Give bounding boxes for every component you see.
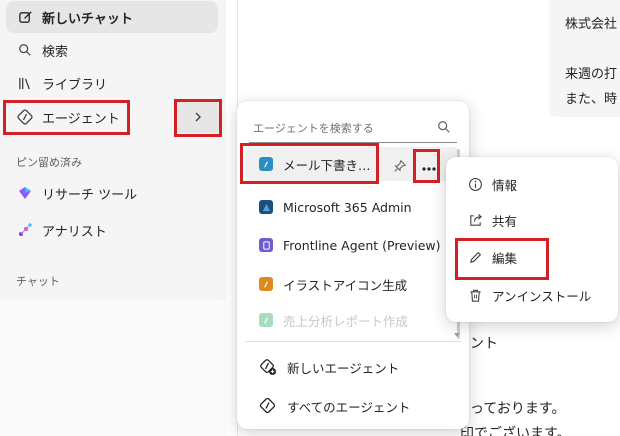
agent-item-m365-admin[interactable]: Microsoft 365 Admin	[245, 190, 457, 224]
sidebar-item-library-label: ライブラリ	[42, 77, 108, 93]
menu-item-label: 情報	[492, 177, 518, 193]
menu-item-share[interactable]: 共有	[456, 204, 608, 236]
m365-admin-icon	[259, 200, 273, 214]
new-chat-label: 新しいチャット	[42, 11, 133, 27]
body-text-line: っております。	[470, 401, 566, 417]
pin-icon[interactable]	[393, 158, 407, 177]
highlight-agents	[3, 100, 130, 135]
sidebar-item-search-label: 検索	[42, 44, 69, 60]
chat-section-label: チャット	[16, 275, 60, 288]
info-icon	[466, 175, 484, 193]
sidebar-item-research-tool[interactable]: リサーチ ツール	[6, 177, 218, 209]
compose-icon	[16, 8, 34, 26]
analyst-label: アナリスト	[42, 224, 107, 240]
highlight-expand	[174, 99, 222, 137]
new-agent-label: 新しいエージェント	[287, 360, 400, 376]
agent-menu-divider	[245, 341, 461, 342]
bubble-line: また、時	[565, 92, 618, 107]
share-icon	[466, 211, 484, 229]
agent-code-icon	[259, 397, 277, 415]
agent-search-placeholder: エージェントを検索する	[253, 121, 374, 135]
agent-item-sales-report[interactable]: 売上分析レポート作成	[245, 306, 457, 334]
menu-item-uninstall[interactable]: アンインストール	[456, 279, 608, 311]
bubble-line	[565, 37, 620, 62]
scroll-down-icon[interactable]	[453, 323, 461, 342]
analyst-icon	[16, 221, 34, 239]
menu-item-label: 共有	[492, 213, 518, 229]
new-agent-button[interactable]: 新しいエージェント	[245, 350, 457, 384]
research-tool-label: リサーチ ツール	[42, 187, 138, 203]
menu-item-label: アンインストール	[492, 288, 592, 304]
message-bubble: 株式会社 来週の打 また、時	[549, 0, 620, 117]
all-agents-label: すべてのエージェント	[287, 399, 411, 415]
pinned-section-label: ピン留め済み	[16, 156, 82, 169]
frontline-icon	[259, 238, 273, 252]
sidebar-item-search[interactable]: 検索	[6, 34, 218, 66]
new-agent-icon	[259, 358, 277, 376]
body-text-line: 印でございます。	[460, 426, 571, 436]
search-icon[interactable]	[437, 120, 451, 137]
menu-item-info[interactable]: 情報	[456, 168, 608, 200]
agent-item-illustration[interactable]: イラストアイコン生成	[245, 267, 457, 301]
trash-icon	[466, 286, 484, 304]
highlight-edit	[455, 238, 549, 280]
library-icon	[16, 74, 34, 92]
agent-search-input[interactable]: エージェントを検索する	[249, 113, 457, 143]
bubble-line: 来週の打	[565, 67, 618, 82]
body-text-line: ント	[470, 336, 498, 352]
research-tool-icon	[16, 184, 34, 202]
sidebar-item-analyst[interactable]: アナリスト	[6, 214, 218, 246]
highlight-more-options	[413, 149, 440, 183]
agent-item-label: イラストアイコン生成	[283, 277, 408, 293]
illustration-icon	[259, 277, 273, 291]
new-chat-button[interactable]: 新しいチャット	[6, 1, 218, 33]
agent-item-frontline[interactable]: Frontline Agent (Preview)	[245, 228, 457, 262]
agent-item-label: Microsoft 365 Admin	[283, 199, 412, 215]
search-icon	[16, 41, 34, 59]
sales-report-icon	[259, 313, 273, 327]
highlight-mail-draft	[240, 143, 379, 184]
all-agents-button[interactable]: すべてのエージェント	[245, 389, 457, 423]
bubble-line: 株式会社	[565, 17, 618, 32]
sidebar-lower	[0, 300, 226, 436]
sidebar-item-library[interactable]: ライブラリ	[6, 67, 218, 99]
agent-item-label: Frontline Agent (Preview)	[283, 237, 441, 253]
agent-item-label: 売上分析レポート作成	[283, 313, 409, 329]
